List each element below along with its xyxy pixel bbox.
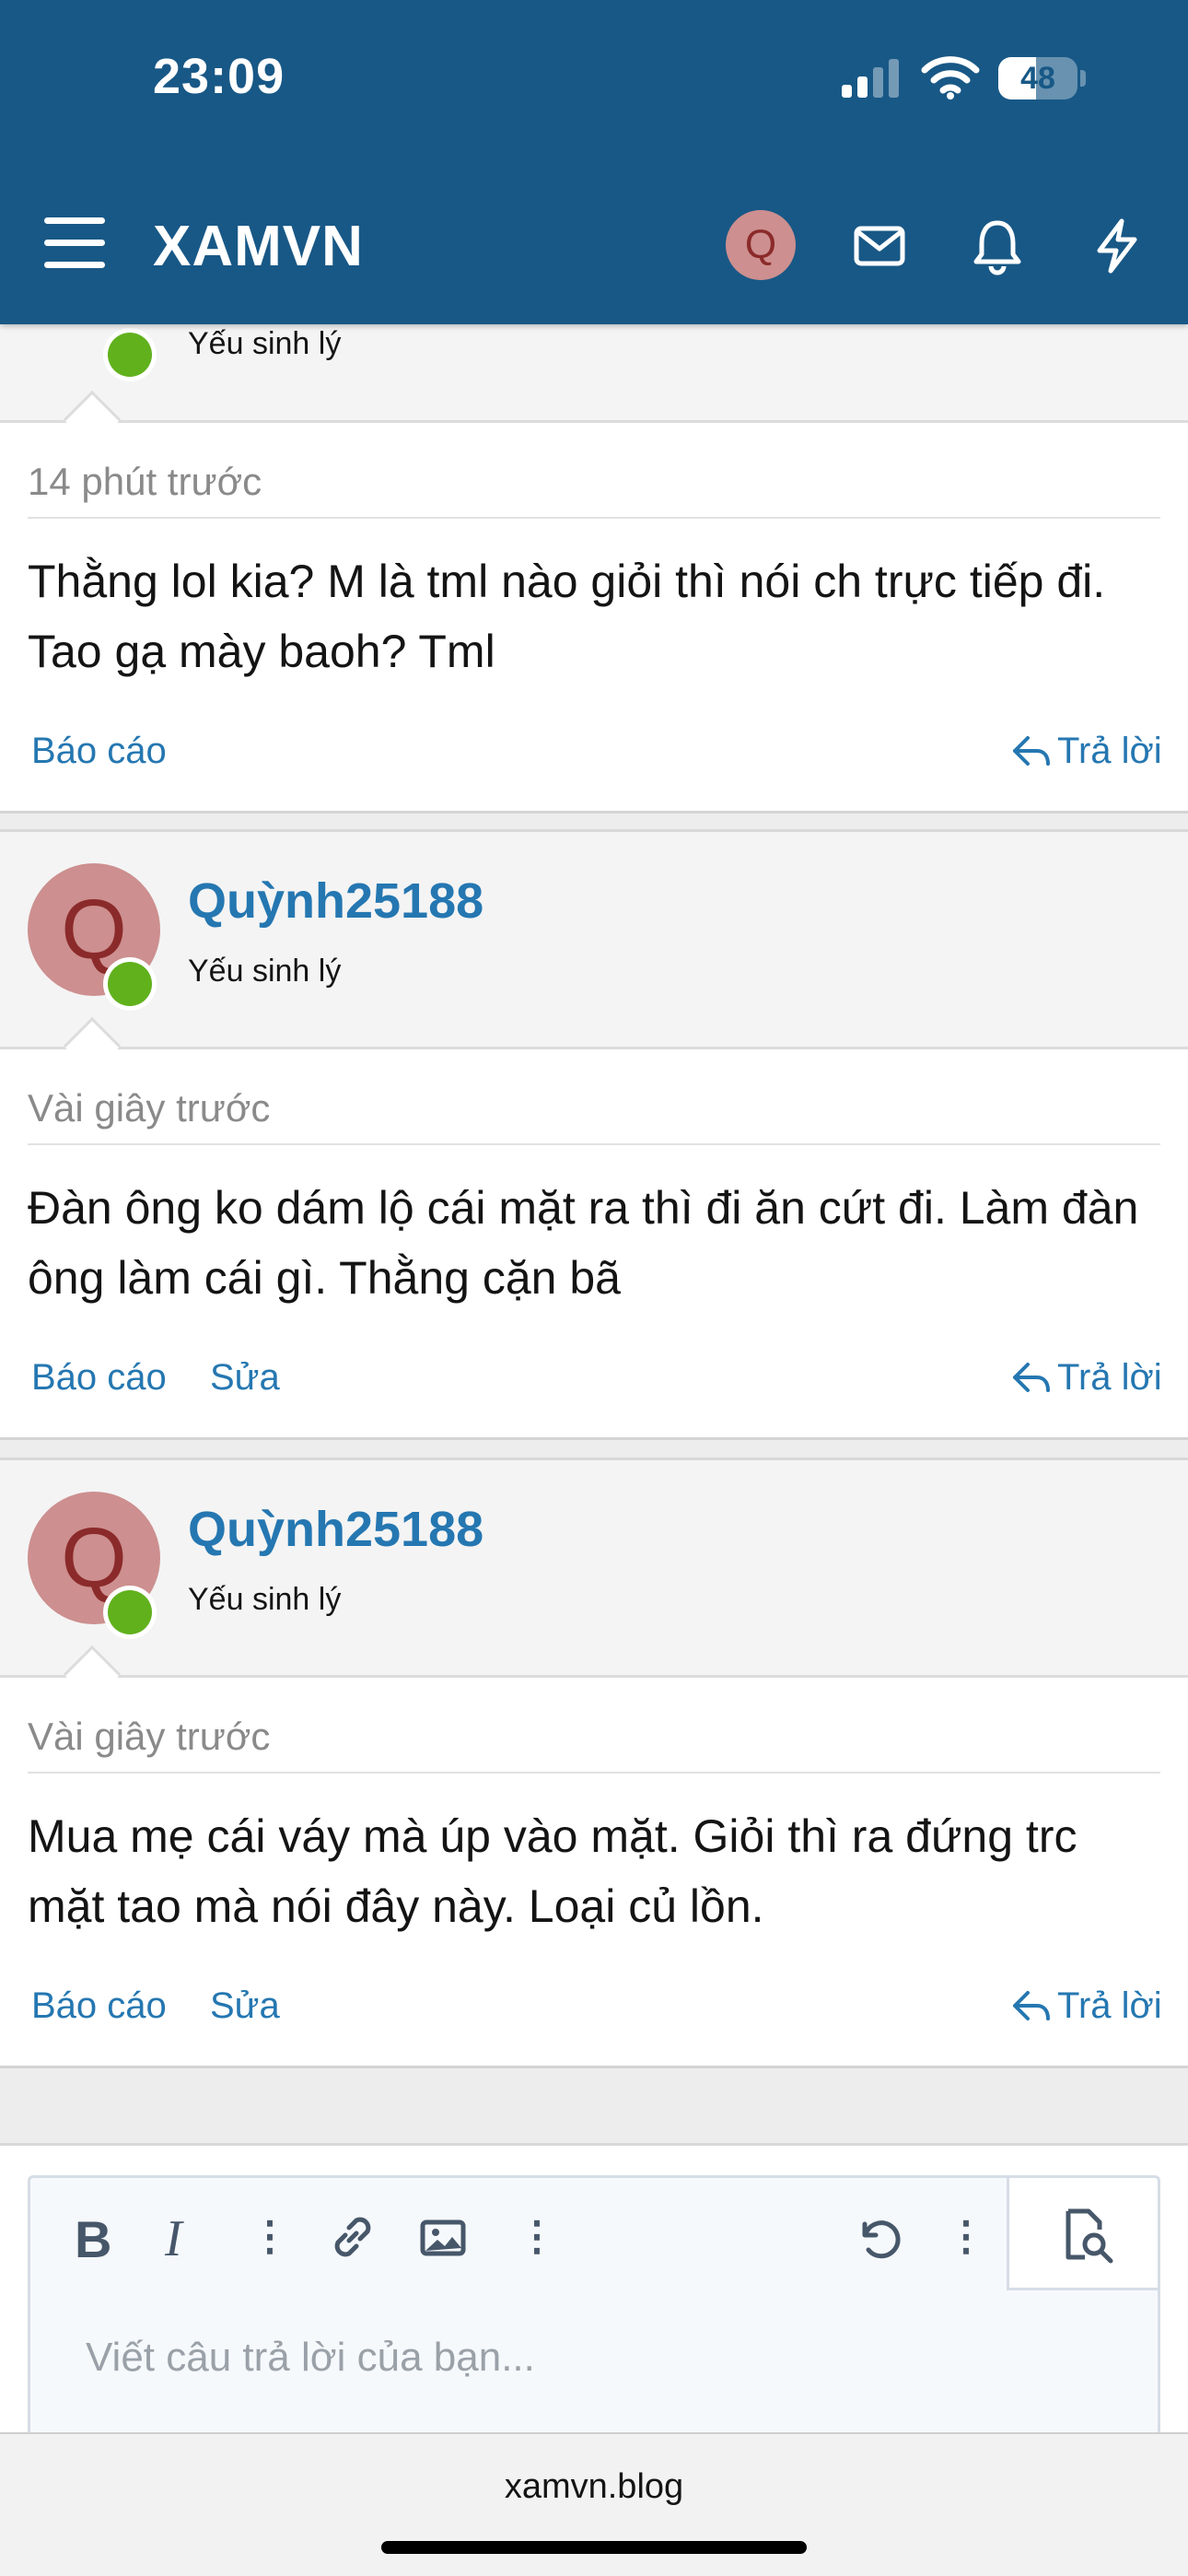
battery-indicator: 48 (998, 57, 1087, 100)
more-editor-options-icon[interactable]: ⋮ (946, 2209, 986, 2265)
reply-link[interactable]: Trả lời (1057, 1985, 1162, 2027)
user-title: Yếu sinh lý (188, 1582, 342, 1617)
user-title: Yếu sinh lý (188, 326, 342, 361)
reply-link[interactable]: Trả lời (1057, 1357, 1162, 1399)
report-link[interactable]: Báo cáo (31, 731, 167, 772)
site-logo[interactable]: XAMVN (153, 214, 364, 279)
user-title: Yếu sinh lý (188, 954, 342, 989)
post-time[interactable]: 14 phút trước (28, 460, 262, 504)
image-icon[interactable] (415, 2209, 471, 2265)
online-status-icon (103, 328, 157, 381)
post-message: Mua mẹ cái váy mà úp vào mặt. Giỏi thì r… (28, 1810, 1077, 1932)
post-body: Vài giây trước Mua mẹ cái váy mà úp vào … (0, 1645, 1188, 2067)
italic-button[interactable]: I (165, 2209, 182, 2267)
online-status-icon (103, 957, 157, 1011)
cellular-signal-icon (842, 59, 899, 98)
report-link[interactable]: Báo cáo (31, 1357, 167, 1399)
post-header: Q Quỳnh25188 Yếu sinh lý (0, 829, 1188, 1048)
wifi-icon (921, 56, 980, 100)
bold-button[interactable]: B (75, 2209, 111, 2268)
reply-icon (1013, 1363, 1050, 1392)
post-body: Vài giây trước Đàn ông ko dám lộ cái mặt… (0, 1016, 1188, 1439)
editor-toolbar: B I ⋮ ⋮ ⋮ (30, 2178, 1158, 2292)
preview-button[interactable] (1007, 2178, 1158, 2290)
reply-link[interactable]: Trả lời (1057, 731, 1162, 772)
battery-percent: 48 (1020, 61, 1055, 96)
reply-icon (1013, 736, 1050, 766)
username[interactable]: Quỳnh25188 (188, 872, 483, 930)
preview-icon (1066, 2208, 1113, 2264)
url-display[interactable]: xamvn.blog (0, 2467, 1188, 2507)
username[interactable]: Quỳnh25188 (188, 1501, 483, 1558)
undo-icon[interactable] (850, 2209, 905, 2265)
top-header: 23:09 48 XAMVN Q (0, 0, 1188, 324)
status-time: 23:09 (153, 49, 285, 104)
hamburger-icon (44, 217, 105, 224)
edit-link[interactable]: Sửa (210, 1357, 280, 1399)
online-status-icon (103, 1586, 157, 1639)
account-avatar[interactable]: Q (726, 210, 796, 280)
home-indicator[interactable] (381, 2541, 807, 2554)
post-time[interactable]: Vài giây trước (28, 1086, 270, 1130)
bolt-icon[interactable] (1085, 214, 1149, 278)
edit-link[interactable]: Sửa (210, 1985, 280, 2027)
mail-icon[interactable] (847, 214, 912, 278)
reply-icon (1013, 1991, 1050, 2020)
more-insert-options-icon[interactable]: ⋮ (517, 2209, 557, 2265)
reply-input[interactable]: Viết câu trả lời của bạn... (86, 2335, 535, 2381)
browser-address-bar: xamvn.blog (0, 2432, 1188, 2576)
post-header: Q Quỳnh25188 Yếu sinh lý (0, 1458, 1188, 1677)
menu-button[interactable] (44, 217, 105, 269)
bell-icon[interactable] (965, 214, 1030, 278)
post-message: Thằng lol kia? M là tml nào giỏi thì nói… (28, 556, 1106, 677)
post-message: Đàn ông ko dám lộ cái mặt ra thì đi ăn c… (28, 1182, 1139, 1304)
link-icon[interactable] (325, 2209, 380, 2265)
post-body: 14 phút trước Thằng lol kia? M là tml nà… (0, 390, 1188, 813)
post-time[interactable]: Vài giây trước (28, 1715, 270, 1759)
more-text-options-icon[interactable]: ⋮ (250, 2209, 290, 2265)
report-link[interactable]: Báo cáo (31, 1985, 167, 2027)
